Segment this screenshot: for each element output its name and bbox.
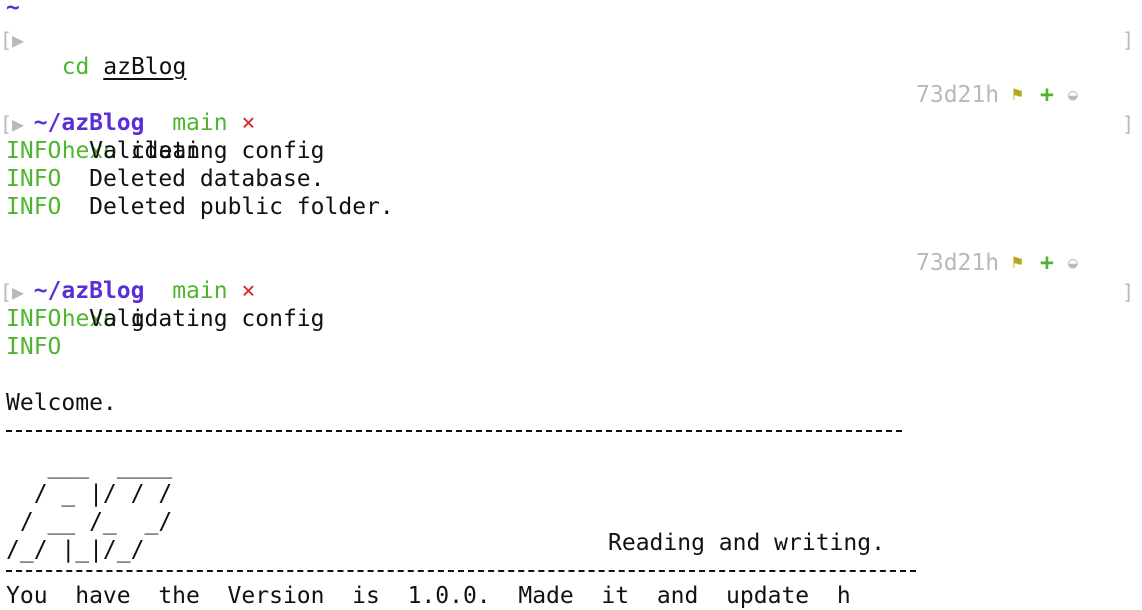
command-cd: cd bbox=[61, 54, 90, 80]
command-line-1[interactable]: cd azBlog bbox=[34, 25, 187, 81]
tagline: Reading and writing. bbox=[608, 530, 885, 556]
flag-icon: ⚑ bbox=[1012, 252, 1023, 273]
prompt-marker-icon: [▶ bbox=[0, 112, 25, 136]
right-bracket: ] bbox=[1121, 112, 1134, 136]
prompt-marker-icon: [▶ bbox=[0, 28, 25, 52]
timer-label: 73d21h bbox=[916, 82, 1000, 108]
circle-icon: ◒ bbox=[1068, 253, 1078, 272]
log-line: INFO Deleted public folder. bbox=[6, 194, 394, 220]
welcome-text: Welcome. bbox=[6, 390, 117, 416]
log-line: INFO Validating config bbox=[6, 138, 325, 164]
dirty-icon: × bbox=[241, 278, 256, 304]
timer-label: 73d21h bbox=[916, 250, 1000, 276]
ascii-logo: ___ ____ / _ |/ / / / __ /_ _/ /_/ |_|/_… bbox=[6, 453, 173, 563]
log-line: INFO bbox=[6, 334, 62, 360]
prompt-marker-icon: [▶ bbox=[0, 280, 25, 304]
right-bracket: ] bbox=[1121, 280, 1134, 304]
tilde-path: ~ bbox=[6, 0, 20, 21]
log-line: INFO Validating config bbox=[6, 306, 325, 332]
flag-icon: ⚑ bbox=[1012, 84, 1023, 105]
cut-off-line: You have the Version is 1.0.0. Made it a… bbox=[6, 583, 851, 609]
right-bracket: ] bbox=[1121, 28, 1134, 52]
plus-icon: + bbox=[1040, 250, 1054, 276]
log-line: INFO Deleted database. bbox=[6, 166, 325, 192]
plus-icon: + bbox=[1040, 82, 1054, 108]
circle-icon: ◒ bbox=[1068, 85, 1078, 104]
divider bbox=[6, 430, 902, 432]
command-arg-azblog[interactable]: azBlog bbox=[103, 54, 186, 80]
divider bbox=[6, 570, 916, 572]
branch-label: main bbox=[172, 278, 228, 304]
dirty-icon: × bbox=[241, 110, 256, 136]
